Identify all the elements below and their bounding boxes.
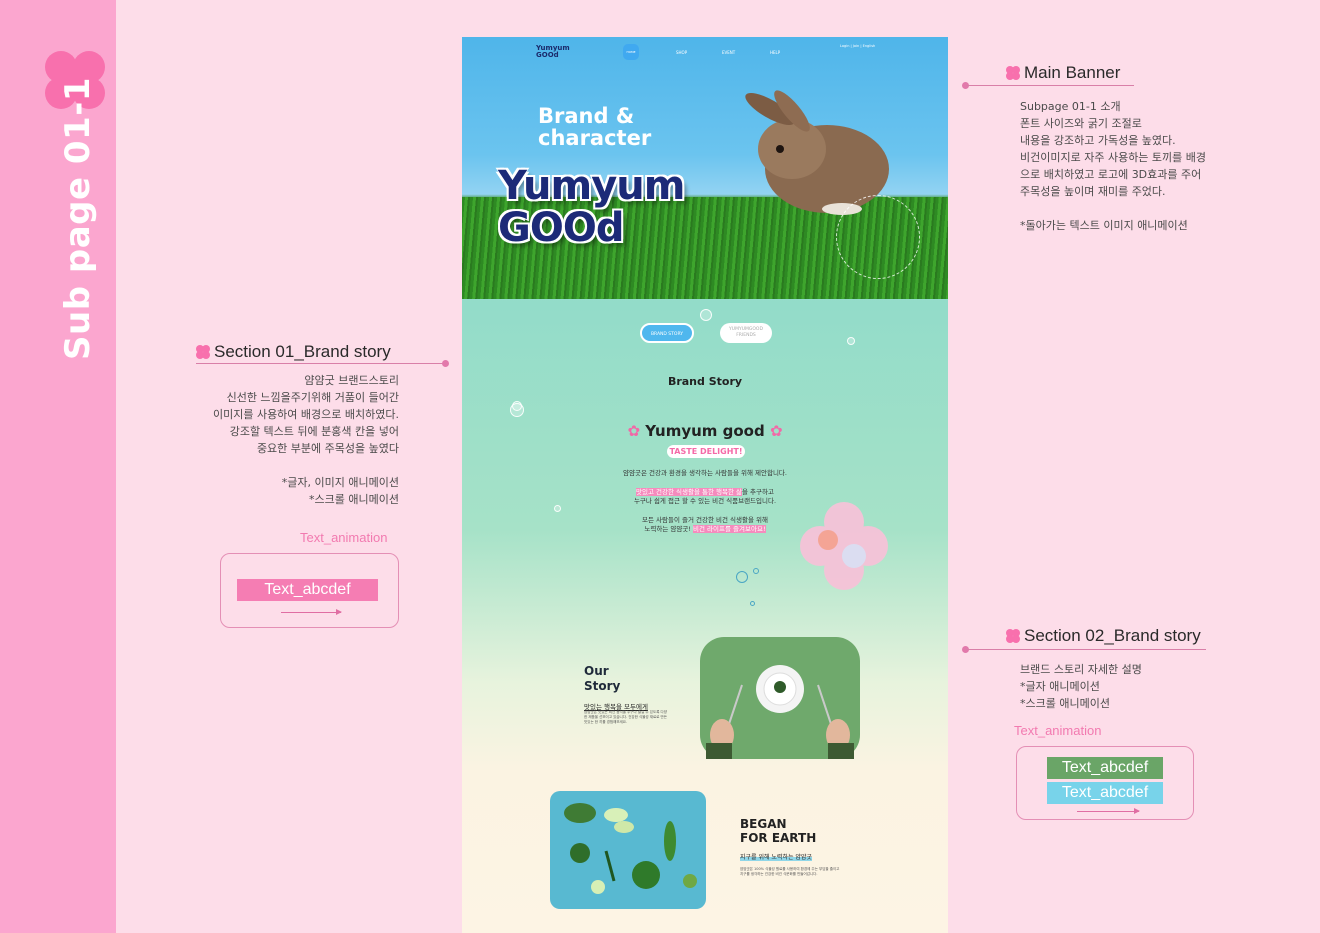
began-for-earth-title: BEGAN FOR EARTH [740,817,817,845]
bubble-decoration [753,568,759,574]
section02-label: Section 02_Brand story [1024,626,1201,645]
our-story-body: 얌얌굿은 맛있는 비건 음식을 누구나 즐길 수 있도록 다양한 제품을 선보이… [584,710,667,724]
bubble-decoration [750,601,755,606]
intro-line-1: 얌얌굿은 건강과 환경을 생각하는 사람들을 위해 제안합니다. [623,469,787,477]
yumyum-good-heading: ✿ Yumyum good ✿ [462,422,948,440]
text-chip-blue: Text_abcdef [1047,782,1163,804]
arrow-right-icon [1077,808,1140,814]
flower-bullet-icon: ✿ [769,422,783,440]
nav-item-event[interactable]: EVENT [722,50,735,55]
arrow-right-icon [281,609,342,615]
flower-bullet-icon [196,345,210,359]
began-for-earth-body: 얌얌굿은 100% 식물성 원료를 사용하여 환경에 주는 부담을 줄이고 지구… [740,867,840,876]
yumyum-good-text: Yumyum good [645,422,765,440]
flower-bullet-icon [1006,629,1020,643]
nav-item-help[interactable]: HELP [770,50,780,55]
intro-line-5-text: 노력하는 얌얌굿! [644,525,694,533]
text-animation-box: Text_abcdef Text_abcdef [1016,746,1194,820]
connector-dot [442,360,449,367]
main-banner-title: Main Banner [1006,63,1120,83]
top-nav: Yumyum GOOd HOME SHOP EVENT HELP Login |… [462,37,948,67]
brand-story-title: Brand Story [667,375,743,388]
jelly-flower-image [800,502,888,590]
our-story-title: Our Story [584,664,621,693]
text-animation-label: Text_animation [1014,723,1102,738]
section01-description: 얌얌굿 브랜드스토리 신선한 느낌을주기위해 거품이 들어간 이미지를 사용하여… [212,374,399,506]
rotating-text-ring [836,195,920,279]
nav-utility-links[interactable]: Login | Join | English [840,44,875,48]
section01-label: Section 01_Brand story [214,342,391,361]
bubble-decoration [700,309,712,321]
began-for-earth-subtitle: 지구를 위해 노력하는 얌얌굿 [740,852,812,861]
connector-line [966,649,1206,650]
side-title: Sub page 01-1 [58,77,98,360]
text-animation-box: Text_abcdef [220,553,399,628]
connector-line [196,363,446,364]
hero-heading: Brand & character [538,104,652,150]
page-preview: Yumyum GOOd HOME SHOP EVENT HELP Login |… [462,37,948,933]
nav-item-shop[interactable]: SHOP [676,50,687,55]
tab-brand-story[interactable]: BRAND STORY [640,323,694,343]
plate-image-card [700,637,860,759]
intro-line-2: 맛있고 건강한 식생활을 통한 행복한 삶을 추구하고 [572,488,838,497]
section-tabs: BRAND STORY YUMYUMGOOD FRIENDS [462,323,948,343]
plate-illustration [706,665,854,759]
nav-home-button[interactable]: HOME [623,44,639,60]
hero-banner: Yumyum GOOd HOME SHOP EVENT HELP Login |… [462,37,948,299]
section02-title: Section 02_Brand story [1006,626,1201,646]
tab-yumyumgood-friends[interactable]: YUMYUMGOOD FRIENDS [720,323,772,343]
highlight-text: 맛있고 건강한 식생활을 통한 행복한 삶 [636,488,743,496]
text-animation-label: Text_animation [300,530,388,545]
flower-bullet-icon [1006,66,1020,80]
bubble-decoration [554,505,561,512]
connector-line [966,85,1134,86]
vegetables-illustration [564,803,697,894]
main-banner-description: Subpage 01-1 소개 폰트 사이즈와 굵기 조절로 내용을 강조하고 … [1020,100,1207,232]
taste-delight-badge: TASTE DELIGHT! [667,445,745,458]
section02-description: 브랜드 스토리 자세한 설명 *글자 애니메이션 *스크롤 애니메이션 [1020,663,1142,710]
section01-title: Section 01_Brand story [196,342,391,362]
highlight-text: 비건 라이프를 즐겨보아요! [693,525,766,533]
side-strip: Sub page 01-1 [0,0,116,933]
intro-line-2-rest: 을 추구하고 [742,488,774,496]
bubble-decoration [736,571,748,583]
text-chip-pink: Text_abcdef [237,579,378,601]
flower-bullet-icon: ✿ [627,422,641,440]
bubble-decoration [510,403,524,417]
main-banner-label: Main Banner [1024,63,1121,82]
vegetables-image-card [550,791,706,909]
text-chip-green: Text_abcdef [1047,757,1163,779]
nav-logo[interactable]: Yumyum GOOd [536,45,570,59]
hero-3d-logo: Yumyum GOOd [498,163,685,251]
